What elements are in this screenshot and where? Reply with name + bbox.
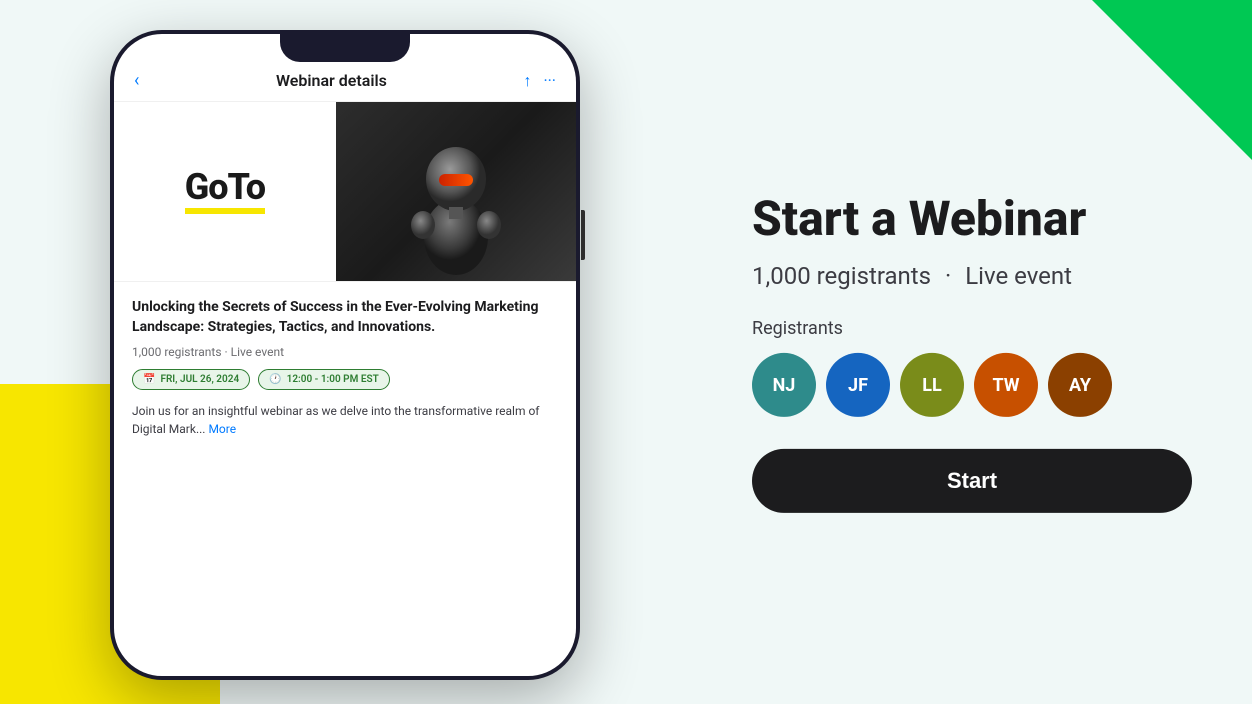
time-tag-label: 12:00 - 1:00 PM EST	[287, 374, 379, 385]
registrant-avatar: NJ	[752, 353, 816, 417]
webinar-tags: 📅 FRI, JUL 26, 2024 🕐 12:00 - 1:00 PM ES…	[132, 369, 558, 390]
phone-screen: ‹ Webinar details ↑ ··· GoTo	[114, 34, 576, 676]
registrant-avatar: AY	[1048, 353, 1112, 417]
registrants-label: Registrants	[752, 318, 1192, 339]
right-panel: Start a Webinar 1,000 registrants · Live…	[752, 191, 1192, 513]
goto-logo: GoTo	[185, 169, 265, 214]
subtitle-registrants: 1,000 registrants	[752, 262, 931, 290]
phone-mockup: ‹ Webinar details ↑ ··· GoTo	[110, 30, 580, 680]
phone-notch	[280, 34, 410, 62]
webinar-info: Unlocking the Secrets of Success in the …	[114, 282, 576, 454]
webinar-description: Join us for an insightful webinar as we …	[132, 402, 558, 438]
panel-subtitle: 1,000 registrants · Live event	[752, 262, 1192, 290]
back-button[interactable]: ‹	[134, 70, 139, 91]
avatars-row: NJJFLLTWAY	[752, 353, 1192, 417]
registrant-avatar: LL	[900, 353, 964, 417]
subtitle-dot: ·	[945, 262, 951, 290]
bg-green-triangle	[1092, 0, 1252, 160]
header-actions: ↑ ···	[523, 71, 556, 91]
screen-title: Webinar details	[276, 71, 387, 90]
upload-icon[interactable]: ↑	[523, 71, 531, 91]
robot-illustration	[401, 107, 511, 277]
goto-logo-section: GoTo	[114, 102, 336, 281]
panel-title: Start a Webinar	[752, 191, 1192, 246]
calendar-icon: 📅	[143, 374, 155, 385]
subtitle-event-type: Live event	[965, 262, 1072, 290]
read-more-link[interactable]: More	[208, 422, 236, 436]
date-tag: 📅 FRI, JUL 26, 2024	[132, 369, 250, 390]
goto-logo-text: GoTo	[185, 169, 265, 205]
registrant-avatar: JF	[826, 353, 890, 417]
webinar-hero: GoTo	[114, 102, 576, 282]
start-button[interactable]: Start	[752, 449, 1192, 513]
registrant-avatar: TW	[974, 353, 1038, 417]
webinar-meta: 1,000 registrants · Live event	[132, 345, 558, 359]
more-options-icon[interactable]: ···	[543, 71, 556, 90]
time-tag: 🕐 12:00 - 1:00 PM EST	[258, 369, 390, 390]
date-tag-label: FRI, JUL 26, 2024	[160, 374, 239, 385]
phone-side-button	[581, 210, 585, 260]
goto-underline	[185, 208, 265, 214]
clock-icon: 🕐	[269, 374, 281, 385]
webinar-thumbnail	[336, 102, 576, 281]
phone-content: GoTo	[114, 102, 576, 676]
webinar-title: Unlocking the Secrets of Success in the …	[132, 298, 558, 337]
